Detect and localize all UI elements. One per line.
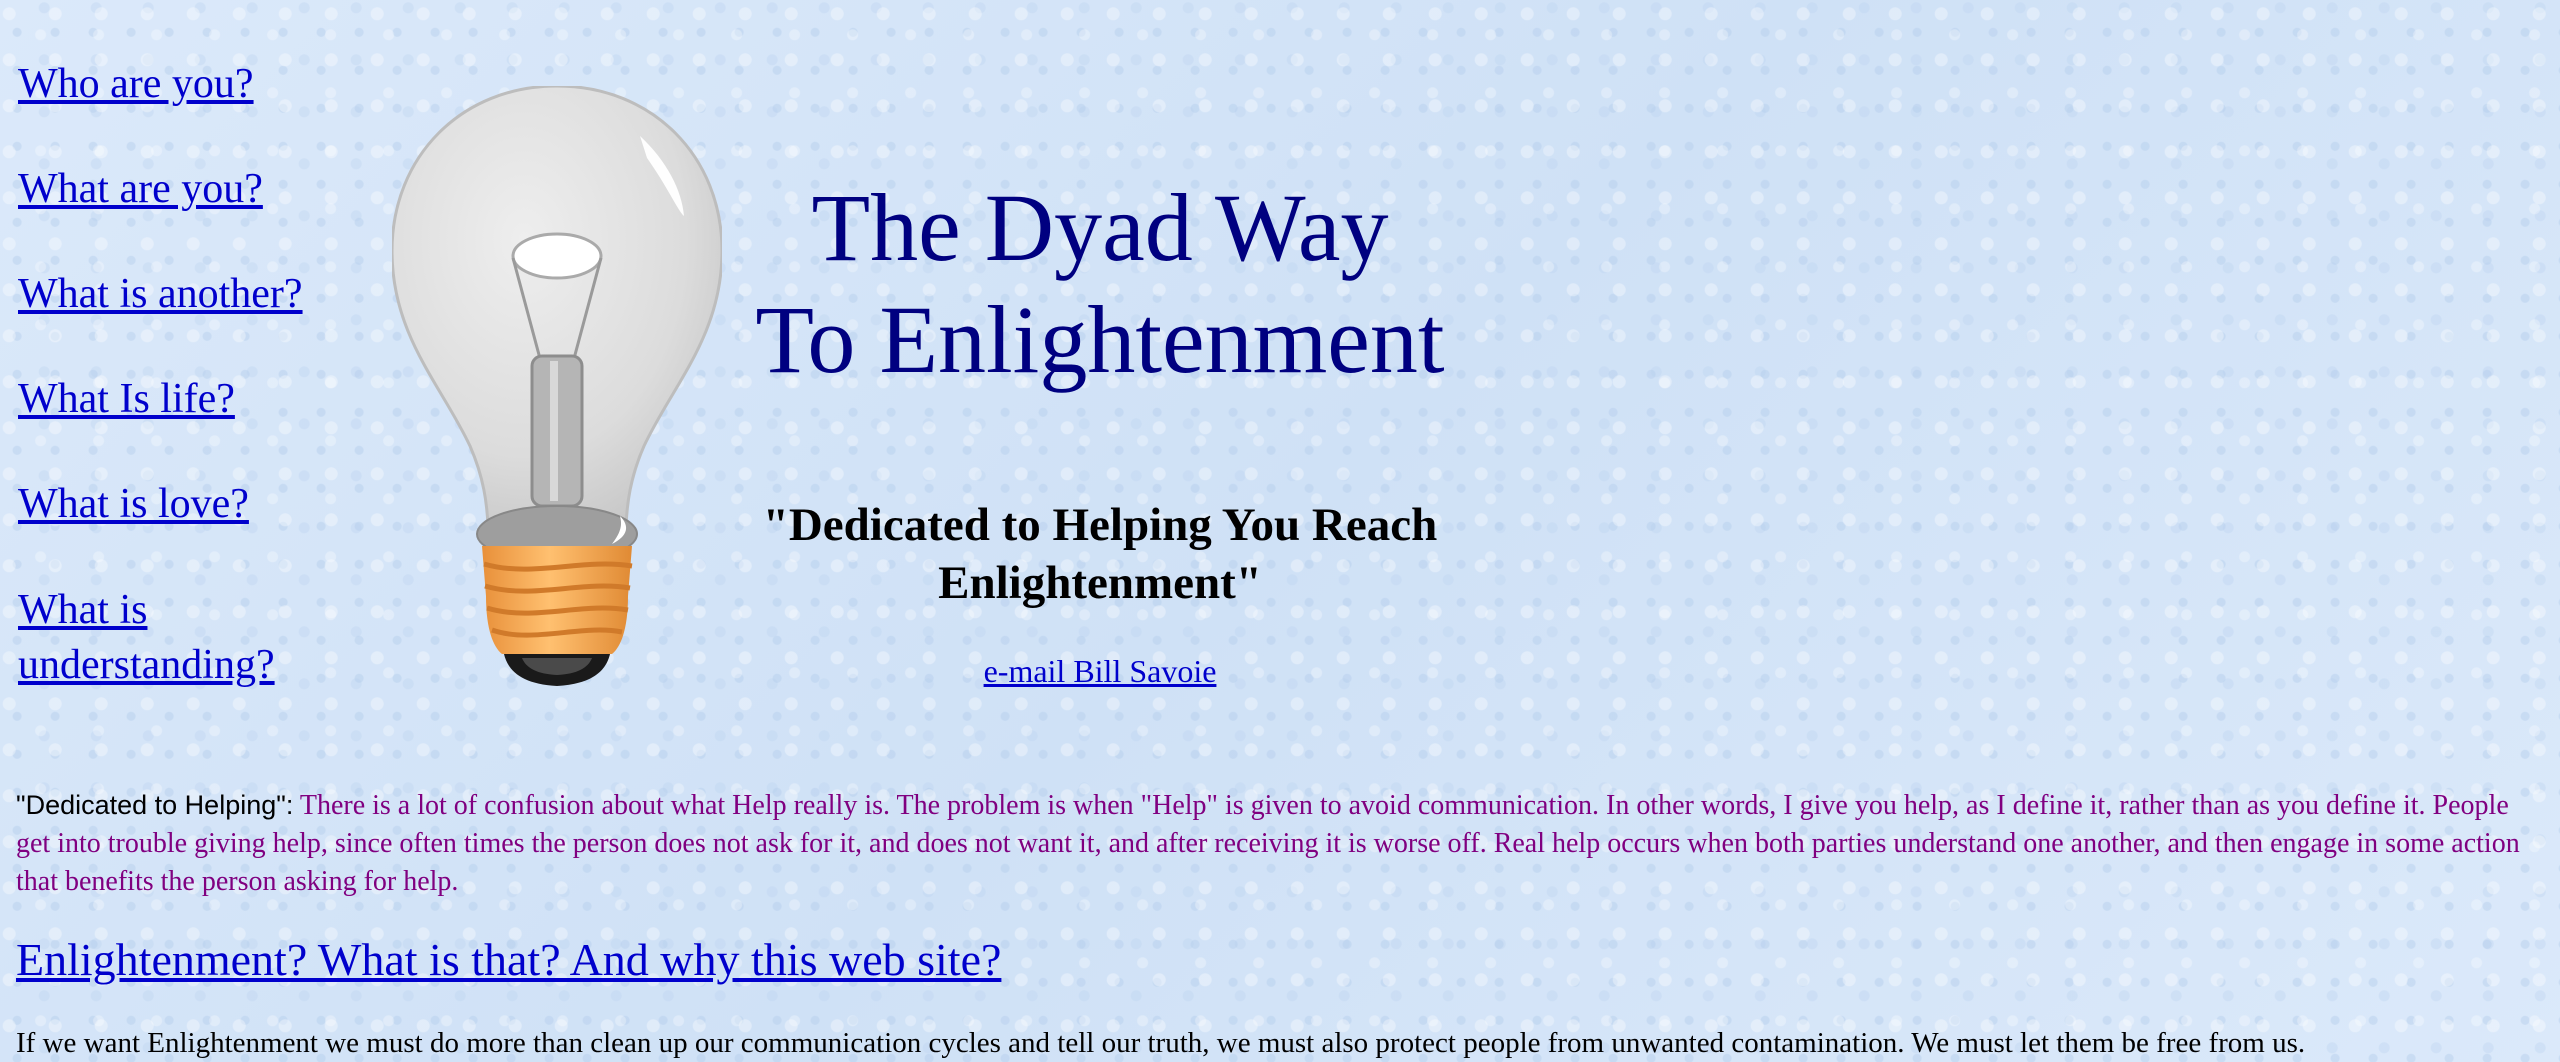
nav-link-what-are-you[interactable]: What are you? bbox=[18, 163, 358, 215]
intro-lead: "Dedicated to Helping": bbox=[16, 790, 294, 820]
page-title-line-2: To Enlightenment bbox=[755, 286, 1445, 393]
side-navigation: Who are you? What are you? What is anoth… bbox=[18, 58, 358, 693]
page-title-line-1: The Dyad Way bbox=[811, 174, 1389, 281]
nav-link-what-is-understanding[interactable]: What is understanding? bbox=[18, 583, 338, 693]
intro-paragraph: "Dedicated to Helping": There is a lot o… bbox=[16, 786, 2546, 901]
email-link[interactable]: e-mail Bill Savoie bbox=[984, 653, 1217, 689]
email-container: e-mail Bill Savoie bbox=[740, 651, 1460, 691]
page-title: The Dyad Way To Enlightenment bbox=[740, 172, 1460, 396]
nav-link-what-is-life[interactable]: What Is life? bbox=[18, 373, 358, 425]
nav-link-what-is-another[interactable]: What is another? bbox=[18, 268, 358, 320]
section-text: If we want Enlightenment we must do more… bbox=[16, 1027, 2306, 1059]
light-bulb-icon bbox=[390, 84, 724, 692]
nav-link-who-are-you[interactable]: Who are you? bbox=[18, 58, 358, 110]
nav-link-what-is-love[interactable]: What is love? bbox=[18, 478, 358, 530]
dedication-tagline: "Dedicated to Helping You Reach Enlighte… bbox=[762, 499, 1438, 609]
enlightenment-heading-link[interactable]: Enlightenment? What is that? And why thi… bbox=[16, 932, 1001, 988]
intro-body: There is a lot of confusion about what H… bbox=[16, 790, 2520, 897]
